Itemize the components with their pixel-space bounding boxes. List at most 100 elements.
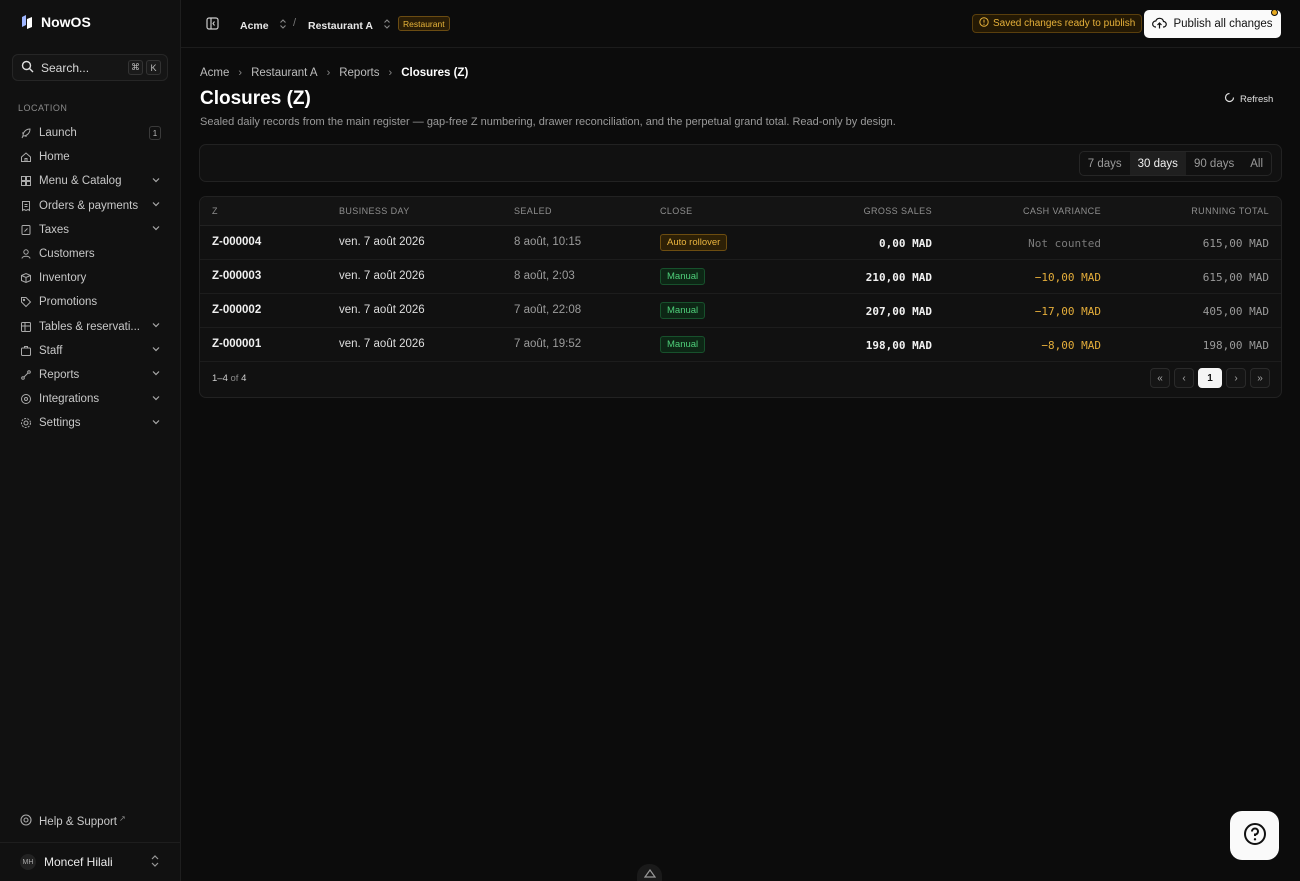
range-option-90-days[interactable]: 90 days bbox=[1186, 152, 1242, 175]
range-option-all[interactable]: All bbox=[1242, 152, 1271, 175]
date-range-toggle: 7 days 30 days 90 days All bbox=[1078, 151, 1272, 176]
cash-variance: −8,00 MAD bbox=[1041, 339, 1101, 352]
table-row[interactable]: Z-000002 ven. 7 août 2026 7 août, 22:08 Man… bbox=[200, 294, 1281, 328]
sidebar-item-integrations[interactable]: Integrations bbox=[12, 387, 168, 411]
breadcrumb-reports[interactable]: Reports bbox=[339, 67, 379, 79]
chevron-down-icon[interactable] bbox=[151, 368, 161, 381]
sidebar-item-inventory[interactable]: Inventory bbox=[12, 266, 168, 290]
search-button[interactable]: Search... ⌘ K bbox=[12, 54, 168, 81]
pagination: « ‹ 1 › » bbox=[1150, 368, 1270, 388]
column-header-z[interactable]: Z bbox=[212, 206, 218, 216]
topbar-separator: / bbox=[293, 17, 297, 29]
chevron-down-icon[interactable] bbox=[151, 199, 161, 212]
close-type-badge: Auto rollover bbox=[660, 234, 728, 251]
table-row[interactable]: Z-000001 ven. 7 août 2026 7 août, 19:52 Man… bbox=[200, 328, 1281, 362]
sidebar-item-label: Promotions bbox=[39, 296, 98, 309]
page-button-1[interactable]: 1 bbox=[1198, 368, 1222, 388]
sidebar-item-label: Launch bbox=[39, 127, 77, 140]
sidebar-item-reports[interactable]: Reports bbox=[12, 363, 168, 387]
sidebar-item-customers[interactable]: Customers bbox=[12, 242, 168, 266]
publish-all-button[interactable]: Publish all changes bbox=[1144, 9, 1281, 38]
topbar: Acme / Restaurant A Restaurant Saved cha… bbox=[181, 0, 1300, 48]
breadcrumb-acme[interactable]: Acme bbox=[200, 67, 229, 79]
running-total: 405,00 MAD bbox=[1202, 305, 1269, 318]
sidebar-item-staff[interactable]: Staff bbox=[12, 339, 168, 363]
table-row[interactable]: Z-000003 ven. 7 août 2026 8 août, 2:03 Manu… bbox=[200, 260, 1281, 294]
gross-sales: 0,00 MAD bbox=[879, 237, 932, 250]
sidebar-item-home[interactable]: Home bbox=[12, 145, 168, 169]
cash-variance: −10,00 MAD bbox=[1034, 271, 1101, 284]
chevron-down-icon[interactable] bbox=[151, 393, 161, 406]
filter-bar: 7 days 30 days 90 days All bbox=[199, 144, 1282, 182]
table-row[interactable]: Z-000004 ven. 7 août 2026 8 août, 10:15 Aut… bbox=[200, 226, 1281, 260]
launch-count-badge: 1 bbox=[149, 126, 161, 141]
column-header-business-day[interactable]: BUSINESS DAY bbox=[339, 206, 410, 216]
last-page-button[interactable]: » bbox=[1250, 368, 1270, 388]
dev-tools-tab[interactable] bbox=[637, 864, 662, 881]
column-header-running-total[interactable]: RUNNING TOTAL bbox=[1191, 206, 1269, 216]
range-option-30-days[interactable]: 30 days bbox=[1129, 152, 1186, 175]
first-page-button[interactable]: « bbox=[1150, 368, 1170, 388]
help-label: Help & Support bbox=[39, 815, 117, 828]
prev-page-button[interactable]: ‹ bbox=[1174, 368, 1194, 388]
help-fab-button[interactable] bbox=[1230, 811, 1279, 860]
table-footer: 1–4 of 4 « ‹ 1 › » bbox=[200, 362, 1281, 397]
column-header-cash-variance[interactable]: CASH VARIANCE bbox=[1023, 206, 1101, 216]
location-switcher[interactable]: Restaurant A bbox=[308, 18, 391, 33]
help-icon bbox=[20, 814, 32, 829]
business-day: ven. 7 août 2026 bbox=[339, 304, 425, 316]
sidebar-item-orders-payments[interactable]: Orders & payments bbox=[12, 194, 168, 218]
user-menu[interactable]: MH Moncef Hilali bbox=[0, 842, 180, 881]
chevrons-right-icon: » bbox=[1257, 372, 1263, 384]
z-number: Z-000004 bbox=[212, 236, 262, 248]
chevron-down-icon[interactable] bbox=[151, 344, 161, 357]
column-header-gross-sales[interactable]: GROSS SALES bbox=[864, 206, 932, 216]
publish-label: Publish all changes bbox=[1173, 18, 1273, 30]
next-page-button[interactable]: › bbox=[1226, 368, 1246, 388]
gross-sales: 210,00 MAD bbox=[865, 271, 932, 284]
breadcrumb-restaurant[interactable]: Restaurant A bbox=[251, 67, 317, 79]
close-type: Manual bbox=[660, 302, 706, 319]
cmd-key: ⌘ bbox=[128, 60, 143, 75]
chevron-right-icon: › bbox=[238, 67, 243, 79]
avatar: MH bbox=[20, 854, 36, 870]
chevron-up-down-icon bbox=[279, 18, 287, 33]
sidebar-item-tables-reservati[interactable]: Tables & reservati... bbox=[12, 315, 168, 339]
sidebar-item-settings[interactable]: Settings bbox=[12, 411, 168, 435]
table-header: Z BUSINESS DAY SEALED CLOSE GROSS SALES … bbox=[200, 197, 1281, 226]
sidebar-toggle-icon[interactable] bbox=[206, 17, 219, 33]
org-switcher[interactable]: Acme bbox=[240, 18, 287, 33]
sidebar-item-label: Taxes bbox=[39, 223, 70, 236]
close-type-badge: Manual bbox=[660, 268, 706, 285]
sidebar-item-promotions[interactable]: Promotions bbox=[12, 290, 168, 314]
info-icon bbox=[979, 17, 989, 30]
sidebar-item-menu-catalog[interactable]: Menu & Catalog bbox=[12, 169, 168, 193]
sidebar-item-launch[interactable]: Launch 1 bbox=[12, 121, 168, 145]
gear-icon bbox=[20, 417, 32, 429]
help-support-link[interactable]: Help & Support ↗ bbox=[20, 814, 126, 829]
chevron-up-down-icon bbox=[150, 854, 160, 871]
search-shortcut: ⌘ K bbox=[128, 60, 161, 75]
chevron-down-icon[interactable] bbox=[151, 223, 161, 236]
sidebar: NowOS Search... ⌘ K LOCATION Launch 1 Home… bbox=[0, 0, 181, 881]
sidebar-item-label: Staff bbox=[39, 344, 63, 357]
sidebar-item-label: Settings bbox=[39, 417, 81, 430]
column-header-close[interactable]: CLOSE bbox=[660, 206, 693, 216]
chevron-down-icon[interactable] bbox=[151, 320, 161, 333]
sidebar-item-label: Home bbox=[39, 151, 70, 164]
location-type-badge: Restaurant bbox=[398, 16, 450, 31]
close-type: Auto rollover bbox=[660, 234, 728, 251]
business-day: ven. 7 août 2026 bbox=[339, 236, 425, 248]
running-total: 615,00 MAD bbox=[1202, 271, 1269, 284]
user-name: Moncef Hilali bbox=[44, 855, 113, 869]
chevron-down-icon[interactable] bbox=[151, 417, 161, 430]
chevron-right-icon: › bbox=[1234, 372, 1238, 384]
sidebar-item-taxes[interactable]: Taxes bbox=[12, 218, 168, 242]
nowos-logo-icon bbox=[20, 14, 34, 30]
chevron-down-icon[interactable] bbox=[151, 175, 161, 188]
refresh-button[interactable]: Refresh bbox=[1224, 92, 1273, 106]
brand[interactable]: NowOS bbox=[20, 14, 91, 30]
range-option-7-days[interactable]: 7 days bbox=[1080, 152, 1130, 175]
column-header-sealed[interactable]: SEALED bbox=[514, 206, 552, 216]
unpublished-indicator bbox=[1271, 9, 1278, 16]
